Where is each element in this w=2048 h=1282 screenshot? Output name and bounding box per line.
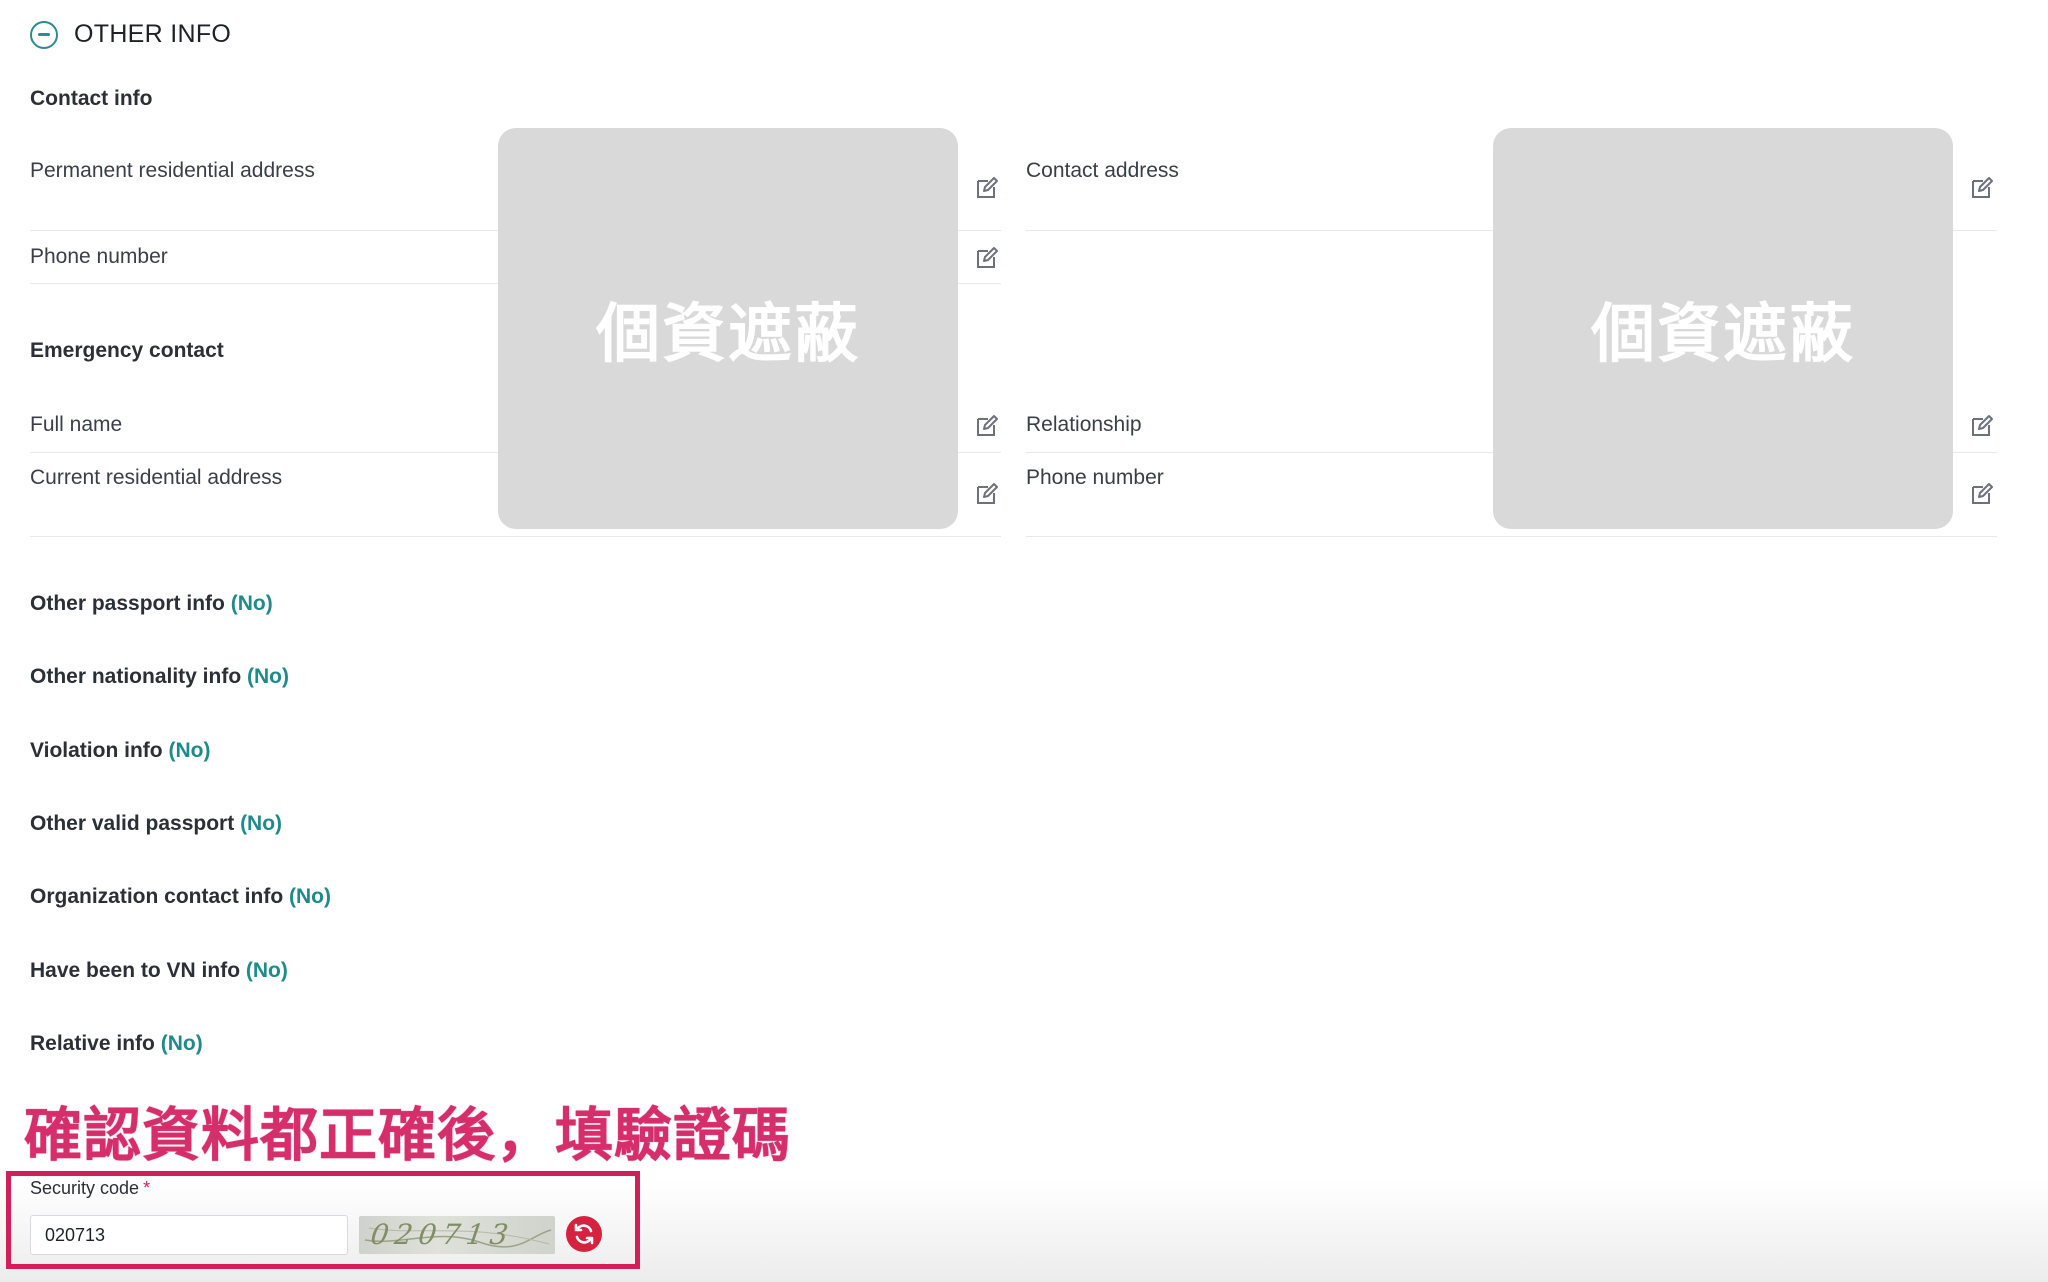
edit-full-name-icon[interactable] — [975, 414, 999, 438]
security-code-label: Security code * — [30, 1178, 150, 1199]
collapse-minus-icon[interactable] — [30, 20, 58, 49]
edit-phone-number-icon[interactable] — [975, 246, 999, 270]
info-row-label: Other valid passport — [30, 812, 235, 835]
info-row-status: (No) — [247, 665, 289, 688]
info-row-status: (No) — [168, 739, 211, 762]
info-row-organization-contact[interactable]: Organization contact info (No) — [30, 885, 331, 909]
info-row-label: Relative info — [30, 1032, 155, 1055]
edit-contact-address-icon[interactable] — [1970, 176, 1994, 200]
current-address-label: Current residential address — [30, 466, 283, 489]
info-row-status: (No) — [245, 959, 288, 982]
info-row-label: Violation info — [30, 739, 163, 762]
captcha-text: 020713 — [368, 1218, 517, 1251]
required-mark: * — [143, 1178, 151, 1198]
full-name-label: Full name — [30, 413, 123, 436]
info-row-status: (No) — [230, 592, 273, 615]
contact-info-heading: Contact info — [30, 87, 153, 110]
edit-current-address-icon[interactable] — [975, 482, 999, 506]
privacy-mask-label: 個資遮蔽 — [596, 297, 860, 372]
info-row-been-to-vn[interactable]: Have been to VN info (No) — [30, 959, 288, 983]
privacy-mask-left: 個資遮蔽 — [498, 128, 958, 529]
captcha-image: 020713 — [359, 1216, 555, 1254]
section-title: OTHER INFO — [74, 20, 232, 48]
info-row-other-nationality[interactable]: Other nationality info (No) — [30, 665, 289, 689]
emergency-phone-label: Phone number — [1026, 466, 1164, 489]
phone-number-label: Phone number — [30, 245, 168, 268]
divider — [30, 536, 1001, 537]
section-header[interactable]: OTHER INFO — [30, 20, 231, 49]
info-row-relative[interactable]: Relative info (No) — [30, 1032, 203, 1056]
info-row-label: Other passport info — [30, 592, 225, 615]
edit-emergency-phone-icon[interactable] — [1970, 482, 1994, 506]
refresh-captcha-button[interactable] — [566, 1216, 602, 1252]
instruction-annotation: 確認資料都正確後，填驗證碼 — [20, 1098, 793, 1173]
divider — [1026, 536, 1997, 537]
info-row-other-valid-passport[interactable]: Other valid passport (No) — [30, 812, 282, 836]
info-row-label: Other nationality info — [30, 665, 242, 688]
info-row-status: (No) — [160, 1032, 203, 1055]
info-row-label: Organization contact info — [30, 885, 284, 908]
permanent-address-label: Permanent residential address — [30, 159, 315, 182]
relationship-label: Relationship — [1026, 413, 1142, 436]
contact-address-label: Contact address — [1026, 159, 1179, 182]
info-row-other-passport[interactable]: Other passport info (No) — [30, 592, 273, 616]
info-row-violation[interactable]: Violation info (No) — [30, 739, 210, 763]
emergency-contact-heading: Emergency contact — [30, 339, 224, 362]
edit-relationship-icon[interactable] — [1970, 414, 1994, 438]
privacy-mask-label: 個資遮蔽 — [1591, 297, 1855, 372]
security-code-label-text: Security code — [30, 1178, 140, 1198]
info-row-status: (No) — [289, 885, 331, 908]
edit-permanent-address-icon[interactable] — [975, 176, 999, 200]
privacy-mask-right: 個資遮蔽 — [1493, 128, 1953, 529]
info-row-label: Have been to VN info — [30, 959, 241, 982]
info-row-status: (No) — [240, 812, 283, 835]
security-code-input[interactable] — [30, 1215, 348, 1255]
refresh-icon — [574, 1223, 594, 1245]
